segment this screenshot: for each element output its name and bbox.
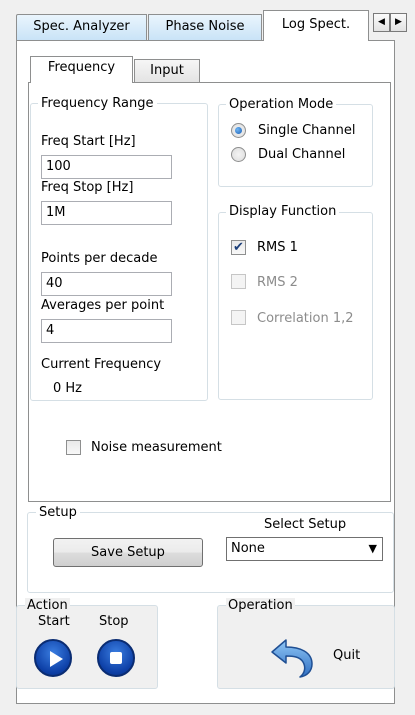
- play-icon: [50, 651, 63, 667]
- operation-mode-group: [218, 104, 373, 187]
- current-frequency-value: 0 Hz: [53, 381, 83, 396]
- tab-frequency[interactable]: Frequency: [30, 56, 133, 83]
- quit-button[interactable]: [270, 638, 316, 678]
- save-setup-button[interactable]: Save Setup: [53, 538, 203, 567]
- single-channel-radio[interactable]: [231, 123, 246, 138]
- dual-channel-label[interactable]: Dual Channel: [258, 147, 345, 163]
- display-function-title: Display Function: [226, 204, 340, 220]
- frequency-range-title: Frequency Range: [38, 96, 157, 112]
- dual-channel-radio[interactable]: [231, 147, 246, 162]
- setup-title: Setup: [36, 505, 80, 521]
- select-setup-dropdown[interactable]: None ▼: [226, 537, 383, 561]
- stop-label: Stop: [99, 614, 129, 629]
- correlation-label: Correlation 1,2: [257, 311, 354, 326]
- operation-mode-title: Operation Mode: [226, 97, 337, 113]
- tab-scroll-left-icon[interactable]: ◀: [373, 13, 390, 32]
- chevron-down-icon: ▼: [368, 542, 377, 555]
- noise-measurement-label[interactable]: Noise measurement: [91, 440, 222, 456]
- freq-stop-field[interactable]: 1M: [41, 201, 172, 225]
- freq-start-field[interactable]: 100: [41, 155, 172, 179]
- rms1-checkbox[interactable]: ✔: [231, 240, 246, 255]
- freq-start-label: Freq Start [Hz]: [41, 134, 136, 149]
- current-frequency-label: Current Frequency: [41, 357, 162, 372]
- rms2-checkbox: [231, 274, 246, 289]
- single-channel-label[interactable]: Single Channel: [258, 123, 355, 139]
- stop-icon: [110, 652, 122, 664]
- select-setup-value: None: [231, 541, 265, 556]
- tab-input[interactable]: Input: [134, 59, 200, 83]
- undo-arrow-icon: [271, 639, 313, 678]
- freq-stop-label: Freq Stop [Hz]: [41, 180, 134, 195]
- points-per-decade-field[interactable]: 40: [41, 272, 172, 296]
- action-title: Action: [25, 598, 70, 614]
- tab-scroll-right-icon[interactable]: ▶: [390, 13, 407, 32]
- averages-per-point-label: Averages per point: [41, 298, 165, 313]
- operation-title: Operation: [226, 598, 295, 614]
- points-per-decade-label: Points per decade: [41, 251, 158, 266]
- rms1-label[interactable]: RMS 1: [257, 240, 298, 256]
- tab-spec-analyzer[interactable]: Spec. Analyzer: [16, 14, 147, 40]
- stop-button[interactable]: [97, 639, 135, 677]
- start-button[interactable]: [34, 639, 72, 677]
- correlation-checkbox: [231, 310, 246, 325]
- start-label: Start: [38, 614, 70, 629]
- tab-log-spect[interactable]: Log Spect.: [263, 10, 369, 41]
- quit-label[interactable]: Quit: [333, 648, 360, 664]
- noise-measurement-checkbox[interactable]: [66, 440, 81, 455]
- averages-per-point-field[interactable]: 4: [41, 319, 172, 343]
- tab-phase-noise[interactable]: Phase Noise: [148, 14, 262, 40]
- select-setup-label: Select Setup: [264, 517, 347, 532]
- rms2-label: RMS 2: [257, 275, 298, 290]
